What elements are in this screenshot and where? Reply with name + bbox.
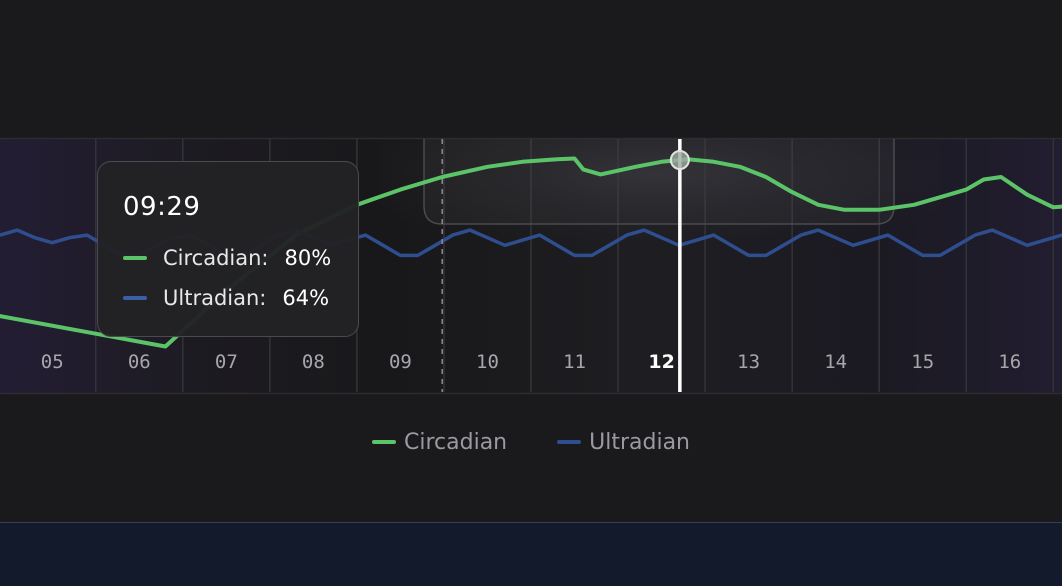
x-tick-label: 15: [911, 351, 934, 373]
legend-item-ultradian[interactable]: Ultradian: [557, 430, 690, 455]
highlighted-time-window: [423, 139, 895, 225]
circadian-swatch-icon: [123, 256, 147, 260]
x-tick-label: 07: [215, 351, 238, 373]
x-tick-label: 10: [476, 351, 499, 373]
tooltip-label-circadian: Circadian:: [163, 246, 269, 270]
chart-legend: Circadian Ultradian: [0, 426, 1062, 458]
ultradian-swatch-icon: [123, 296, 147, 300]
tooltip-row-circadian: Circadian: 80%: [123, 244, 331, 272]
tooltip-value-ultradian: 64%: [282, 286, 330, 310]
x-tick-label: 08: [302, 351, 325, 373]
circadian-legend-swatch-icon: [372, 440, 396, 444]
legend-label-ultradian: Ultradian: [589, 429, 690, 455]
tooltip-row-ultradian: Ultradian: 64%: [123, 284, 329, 312]
x-tick-label: 09: [389, 351, 412, 373]
x-tick-label: 05: [41, 351, 64, 373]
hover-tooltip: 09:29 Circadian: 80% Ultradian: 64%: [97, 161, 359, 337]
x-tick-label: 12: [648, 351, 674, 373]
ultradian-legend-swatch-icon: [557, 440, 582, 444]
legend-label-circadian: Circadian: [404, 429, 508, 455]
rhythm-chart-widget: 05 06 07 08 09 10 11 12 13 14 15 16 09:29 Circadian…: [0, 0, 1062, 586]
tooltip-time: 09:29: [123, 192, 201, 222]
tooltip-label-ultradian: Ultradian:: [163, 286, 267, 310]
tooltip-value-circadian: 80%: [284, 246, 332, 270]
x-tick-label: 06: [128, 351, 151, 373]
x-tick-label: 11: [563, 351, 586, 373]
x-tick-label: 16: [998, 351, 1021, 373]
cursor-marker-dot: [669, 149, 690, 170]
legend-item-circadian[interactable]: Circadian: [372, 430, 507, 455]
x-tick-label: 13: [737, 351, 760, 373]
footer-panel: [0, 522, 1062, 586]
x-tick-label: 14: [824, 351, 847, 373]
